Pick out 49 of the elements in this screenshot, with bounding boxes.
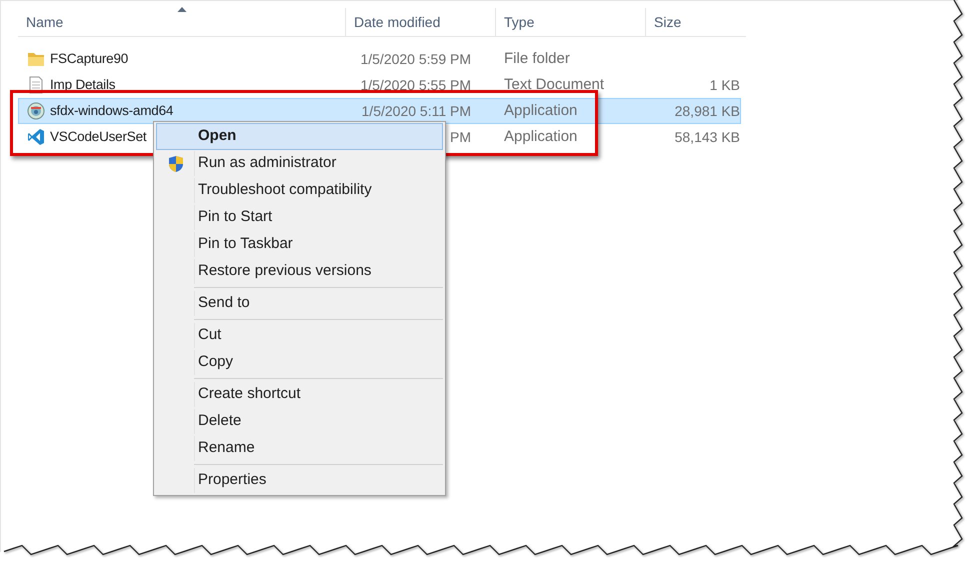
- file-name: Imp Details: [50, 76, 116, 94]
- menu-item[interactable]: Cut: [156, 322, 443, 349]
- menu-label: Troubleshoot compatibility: [197, 180, 372, 200]
- menu-label: Pin to Start: [197, 207, 272, 228]
- menu-label: Restore previous versions: [197, 261, 372, 282]
- menu-label: Open: [197, 126, 236, 146]
- selected-file-row[interactable]: sfdx-windows-amd64 1/5/2020 5:11 PM Application 28,981 KB: [18, 98, 741, 124]
- column-header[interactable]: Type: [496, 8, 646, 36]
- menu-item[interactable]: Restore previous versions: [156, 258, 443, 285]
- date-modified: PM: [449, 128, 471, 146]
- code-editor-icon: [27, 128, 45, 146]
- menu-label: Properties: [197, 470, 266, 490]
- date-modified: 1/5/2020 5:55 PM: [359, 76, 471, 94]
- menu-item[interactable]: Rename: [156, 435, 443, 462]
- menu-item[interactable]: Create shortcut: [156, 381, 443, 408]
- folder-icon: [27, 50, 45, 68]
- installer-icon: [27, 102, 45, 120]
- file-name: VSCodeUserSet: [50, 128, 146, 146]
- file-name: sfdx-windows-amd64: [50, 102, 174, 120]
- file-size: 28,981 KB: [674, 102, 740, 118]
- date-modified: 1/5/2020 5:11 PM: [360, 102, 471, 120]
- menu-item[interactable]: Run as administrator: [156, 150, 443, 177]
- menu-label: Run as administrator: [197, 153, 336, 174]
- column-header[interactable]: Date modified: [346, 8, 496, 36]
- menu-label: Delete: [197, 411, 242, 432]
- file-name: FSCapture90: [50, 50, 128, 68]
- menu-label: Cut: [197, 325, 222, 346]
- file-type: File folder: [504, 50, 570, 67]
- column-header[interactable]: Name: [18, 8, 346, 36]
- menu-item[interactable]: Pin to Taskbar: [156, 231, 443, 258]
- menu-item[interactable]: Properties: [156, 467, 443, 494]
- menu-label: Rename: [197, 438, 255, 458]
- menu-item[interactable]: Troubleshoot compatibility: [156, 177, 443, 204]
- menu-label: Copy: [197, 352, 234, 372]
- file-type: Application: [504, 128, 578, 145]
- file-type: Application: [504, 102, 578, 119]
- file-size: 58,143 KB: [674, 128, 740, 144]
- menu-item[interactable]: Delete: [156, 408, 443, 435]
- menu-label: Send to: [197, 293, 250, 314]
- menu-label: Pin to Taskbar: [197, 234, 293, 254]
- file-size: 1 KB: [710, 76, 740, 92]
- date-modified: 1/5/2020 5:59 PM: [359, 50, 471, 68]
- menu-label: Create shortcut: [197, 384, 301, 404]
- file-type: Text Document: [504, 76, 604, 93]
- column-header[interactable]: Size: [646, 8, 746, 36]
- menu-item[interactable]: Copy: [156, 349, 443, 376]
- menu-item[interactable]: Open: [156, 123, 443, 150]
- menu-item[interactable]: Pin to Start: [156, 204, 443, 231]
- menu-item[interactable]: Send to: [156, 290, 443, 317]
